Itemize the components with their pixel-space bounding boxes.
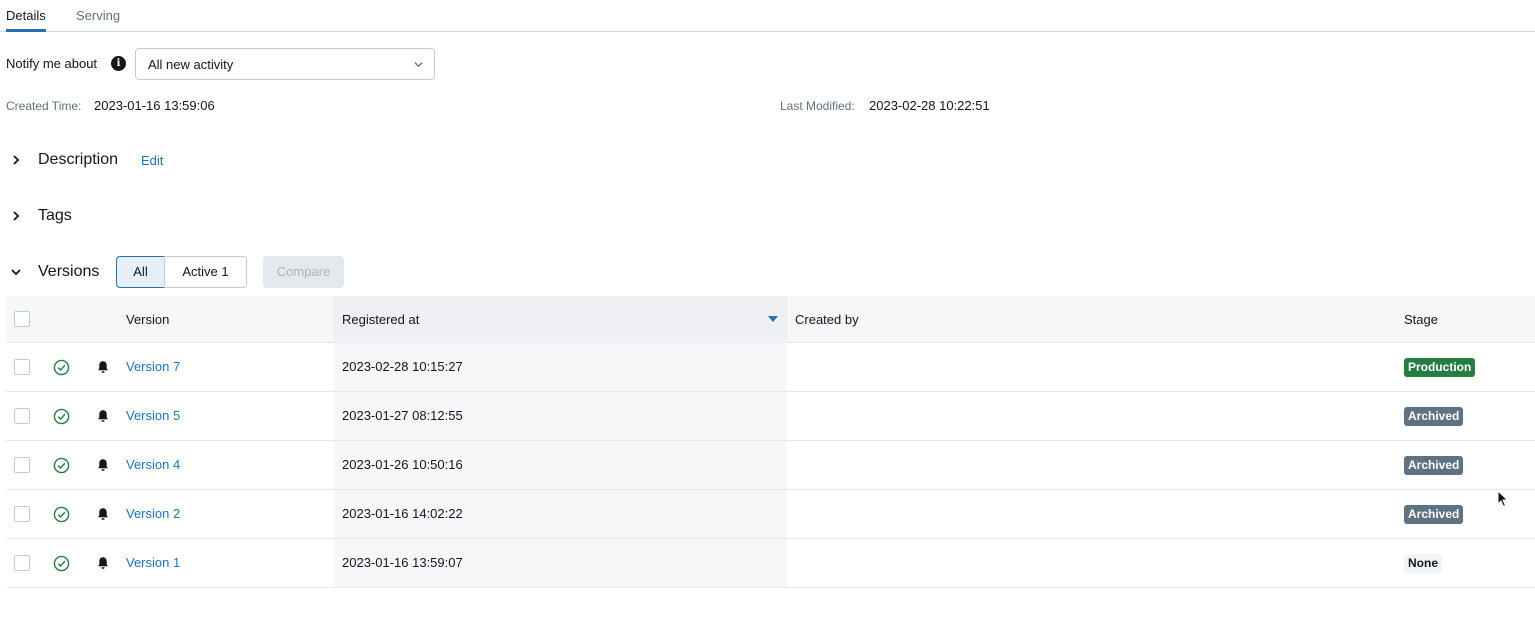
- table-header: Version Registered at Created by Stage: [6, 296, 1535, 343]
- version-link[interactable]: Version 7: [126, 359, 180, 374]
- version-link[interactable]: Version 4: [126, 457, 180, 472]
- filter-active-button[interactable]: Active 1: [164, 256, 247, 288]
- table-row[interactable]: Version 7 2023-02-28 10:15:27 Production: [6, 343, 1535, 392]
- bell-icon[interactable]: [96, 409, 110, 423]
- registered-at-cell: 2023-01-27 08:12:55: [342, 408, 463, 423]
- tab-serving[interactable]: Serving: [76, 8, 120, 23]
- table-row[interactable]: Version 4 2023-01-26 10:50:16 Archived: [6, 441, 1535, 490]
- version-link[interactable]: Version 1: [126, 555, 180, 570]
- check-circle-icon: [53, 506, 70, 523]
- info-icon[interactable]: i: [111, 56, 126, 71]
- header-created-by[interactable]: Created by: [795, 312, 859, 327]
- stage-badge: None: [1404, 554, 1442, 573]
- registered-at-cell: 2023-01-16 13:59:07: [342, 555, 463, 570]
- check-circle-icon: [53, 359, 70, 376]
- header-version[interactable]: Version: [126, 312, 169, 327]
- row-checkbox[interactable]: [14, 555, 30, 571]
- tags-section-title[interactable]: Tags: [38, 207, 72, 225]
- chevron-right-icon[interactable]: [10, 154, 22, 166]
- notify-select[interactable]: All new activity: [135, 48, 435, 80]
- registered-at-cell: 2023-01-26 10:50:16: [342, 457, 463, 472]
- registered-at-cell: 2023-01-16 14:02:22: [342, 506, 463, 521]
- row-checkbox[interactable]: [14, 506, 30, 522]
- select-all-checkbox[interactable]: [14, 311, 30, 327]
- table-row[interactable]: Version 5 2023-01-27 08:12:55 Archived: [6, 392, 1535, 441]
- notify-select-value: All new activity: [148, 57, 234, 72]
- chevron-down-icon: [414, 62, 423, 68]
- chevron-right-icon[interactable]: [10, 210, 22, 222]
- sort-desc-icon[interactable]: [768, 316, 778, 322]
- row-checkbox[interactable]: [14, 408, 30, 424]
- stage-badge: Production: [1404, 358, 1476, 377]
- bell-icon[interactable]: [96, 507, 110, 521]
- table-row[interactable]: Version 1 2023-01-16 13:59:07 None: [6, 539, 1535, 588]
- tab-bar: Details Serving: [0, 0, 1535, 32]
- bell-icon[interactable]: [96, 360, 110, 374]
- last-modified-label: Last Modified:: [780, 99, 855, 113]
- last-modified-value: 2023-02-28 10:22:51: [869, 98, 990, 113]
- check-circle-icon: [53, 555, 70, 572]
- tab-details[interactable]: Details: [6, 8, 46, 32]
- notify-label: Notify me about: [6, 56, 98, 71]
- versions-section-title[interactable]: Versions: [38, 263, 99, 281]
- bell-icon[interactable]: [96, 556, 110, 570]
- edit-description-link[interactable]: Edit: [141, 153, 163, 168]
- check-circle-icon: [53, 457, 70, 474]
- bell-icon[interactable]: [96, 458, 110, 472]
- created-time-value: 2023-01-16 13:59:06: [94, 98, 215, 113]
- mouse-cursor-icon: [1497, 490, 1509, 508]
- filter-all-button[interactable]: All: [116, 256, 165, 288]
- compare-button[interactable]: Compare: [263, 256, 344, 288]
- version-link[interactable]: Version 5: [126, 408, 180, 423]
- version-link[interactable]: Version 2: [126, 506, 180, 521]
- stage-badge: Archived: [1404, 456, 1464, 475]
- registered-at-cell: 2023-02-28 10:15:27: [342, 359, 463, 374]
- description-section-title[interactable]: Description: [38, 151, 118, 169]
- check-circle-icon: [53, 408, 70, 425]
- header-stage[interactable]: Stage: [1404, 312, 1438, 327]
- header-registered-at[interactable]: Registered at: [342, 312, 419, 327]
- row-checkbox[interactable]: [14, 359, 30, 375]
- created-time-label: Created Time:: [6, 99, 82, 113]
- versions-table: Version Registered at Created by Stage V…: [6, 296, 1535, 588]
- table-row[interactable]: Version 2 2023-01-16 14:02:22 Archived: [6, 490, 1535, 539]
- stage-badge: Archived: [1404, 407, 1464, 426]
- chevron-down-icon[interactable]: [10, 266, 22, 278]
- stage-badge: Archived: [1404, 505, 1464, 524]
- row-checkbox[interactable]: [14, 457, 30, 473]
